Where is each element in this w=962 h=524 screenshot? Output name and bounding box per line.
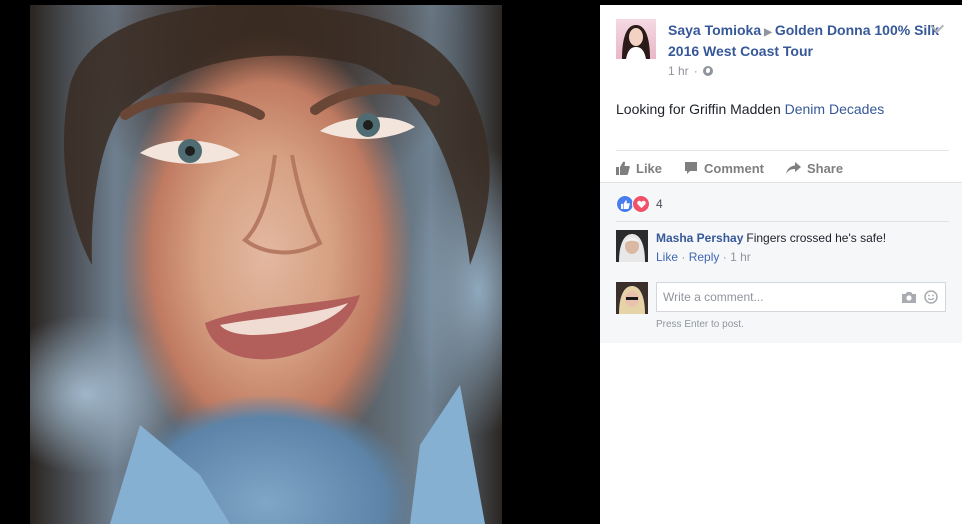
- comment-time[interactable]: 1 hr: [730, 250, 751, 264]
- dot-separator: ·: [693, 64, 698, 78]
- like-button[interactable]: Like: [616, 161, 662, 176]
- heart-reaction-icon: [632, 195, 650, 213]
- comment-item: Masha Pershay Fingers crossed he's safe! …: [616, 230, 946, 272]
- portrait-photo-illustration: [63, 5, 490, 524]
- emoji-icon[interactable]: [924, 290, 938, 304]
- post-body: Looking for Griffin Madden Denim Decades: [616, 101, 884, 117]
- post-page-link[interactable]: Denim Decades: [785, 101, 885, 117]
- divider: [616, 150, 949, 151]
- post-panel: Saya Tomioka ▶ Golden Donna 100% Silk 2016…: [600, 5, 962, 524]
- comment-button[interactable]: Comment: [684, 161, 764, 176]
- dot-separator: ·: [722, 250, 727, 264]
- comment-reply-link[interactable]: Reply: [689, 250, 720, 264]
- write-comment-box: Press Enter to post.: [616, 282, 946, 332]
- post-title: Saya Tomioka ▶ Golden Donna 100% Silk 2016…: [668, 21, 940, 61]
- current-user-avatar: [616, 282, 648, 314]
- commenter-name[interactable]: Masha Pershay: [656, 231, 743, 245]
- thumbs-up-icon: [616, 161, 630, 175]
- commenter-avatar[interactable]: [616, 230, 648, 262]
- camera-icon[interactable]: [902, 291, 916, 303]
- comment-meta: Like · Reply · 1 hr: [656, 250, 751, 264]
- dot-separator: ·: [681, 250, 686, 264]
- right-arrow-icon: ▶: [764, 27, 772, 38]
- reaction-count: 4: [656, 197, 663, 211]
- post-timestamp: 1 hr ·: [668, 64, 713, 78]
- share-button[interactable]: Share: [785, 160, 844, 176]
- post-text: Looking for Griffin Madden: [616, 101, 781, 117]
- post-actions: Like Comment Share: [616, 157, 865, 179]
- post-time-text[interactable]: 1 hr: [668, 64, 689, 78]
- comment-text: Fingers crossed he's safe!: [746, 231, 887, 245]
- comment-body: Masha Pershay Fingers crossed he's safe!: [656, 231, 886, 245]
- comment-icon: [685, 162, 698, 174]
- comment-like-link[interactable]: Like: [656, 250, 678, 264]
- like-label: Like: [636, 160, 663, 176]
- author-avatar[interactable]: [616, 19, 656, 59]
- input-hint: Press Enter to post.: [656, 319, 744, 330]
- author-name[interactable]: Saya Tomioka: [668, 22, 761, 38]
- globe-icon[interactable]: [702, 66, 713, 76]
- comments-section: 4 Masha Pershay Fingers crossed he's safe…: [600, 182, 962, 343]
- comment-label: Comment: [704, 160, 764, 176]
- post-header: Saya Tomioka ▶ Golden Donna 100% Silk 2016…: [616, 18, 946, 79]
- post-photo[interactable]: [30, 5, 502, 524]
- divider: [616, 221, 949, 222]
- share-arrow-icon: [785, 162, 801, 174]
- share-label: Share: [806, 160, 844, 176]
- reactions-summary[interactable]: 4: [616, 195, 663, 213]
